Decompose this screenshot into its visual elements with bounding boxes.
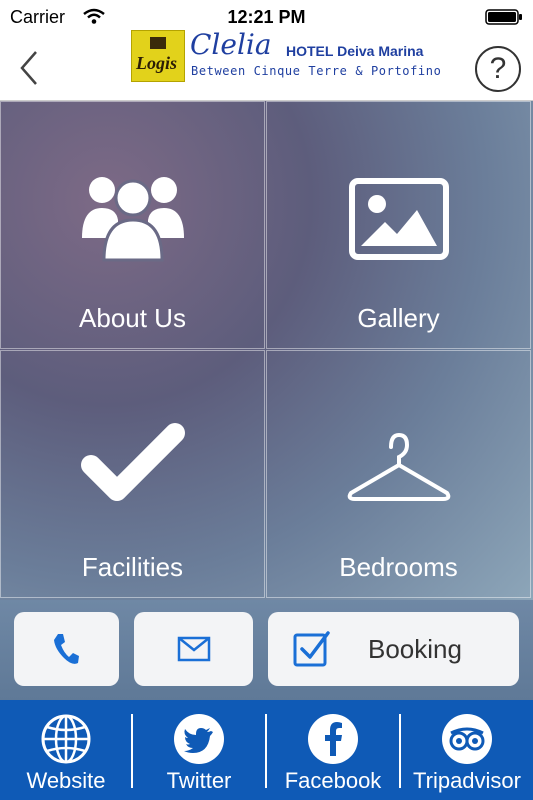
footer-label: Facebook (284, 768, 382, 793)
tile-label: Gallery (357, 303, 440, 333)
help-button[interactable]: ? (475, 46, 521, 92)
footer-facebook[interactable]: Facebook (267, 700, 399, 800)
footer-website[interactable]: Website (0, 700, 132, 800)
tripadvisor-icon (442, 714, 492, 764)
facebook-icon (308, 714, 358, 764)
tile-label: Bedrooms (339, 552, 458, 582)
mail-icon (177, 636, 211, 662)
email-button[interactable] (134, 612, 253, 686)
brand-name: Clelia (190, 28, 272, 61)
checkbox-icon (293, 631, 330, 667)
phone-icon (54, 634, 79, 664)
brand-subtitle: Between Cinque Terre & Portofino (191, 64, 442, 78)
logo-chimney-icon (150, 37, 166, 49)
tile-about-us[interactable]: About Us (0, 101, 265, 349)
footer-label: Website (26, 768, 106, 793)
footer-tripadvisor[interactable]: Tripadvisor (401, 700, 533, 800)
footer-label: Twitter (166, 768, 232, 793)
logis-logo: Logis (131, 30, 185, 82)
action-bar: Booking (0, 600, 533, 700)
tile-bedrooms[interactable]: Bedrooms (266, 350, 531, 598)
tile-facilities[interactable]: Facilities (0, 350, 265, 598)
image-icon (348, 178, 449, 260)
booking-label: Booking (368, 634, 462, 664)
social-footer: Website Twitter Facebook Tripadvisor (0, 700, 533, 800)
footer-twitter[interactable]: Twitter (133, 700, 265, 800)
back-chevron-icon[interactable] (14, 48, 44, 88)
globe-icon (41, 714, 91, 764)
battery-icon (485, 9, 522, 25)
tile-gallery[interactable]: Gallery (266, 101, 531, 349)
hanger-icon (347, 432, 450, 501)
tile-label: About Us (79, 303, 186, 333)
menu-grid: About Us Gallery Facilities Bedrooms (0, 101, 533, 600)
logo-text: Logis (136, 53, 178, 73)
checkmark-icon (80, 423, 185, 501)
brand-hotel: HOTEL Deiva Marina (286, 43, 424, 59)
tile-label: Facilities (81, 552, 184, 582)
navigation-bar: Logis Clelia HOTEL Deiva Marina Between … (0, 28, 533, 101)
call-button[interactable] (14, 612, 119, 686)
booking-button[interactable]: Booking (268, 612, 519, 686)
footer-label: Tripadvisor (413, 768, 521, 793)
group-icon (81, 177, 184, 262)
clock: 12:21 PM (227, 7, 306, 27)
twitter-icon (174, 714, 224, 764)
